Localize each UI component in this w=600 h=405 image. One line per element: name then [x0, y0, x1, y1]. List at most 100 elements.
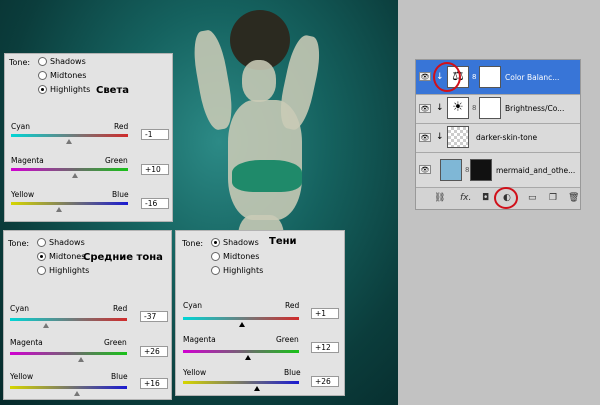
option-label: Highlights — [50, 85, 91, 94]
slider-left-label: Magenta — [11, 156, 44, 165]
radio-icon — [37, 238, 46, 247]
option-label: Midtones — [223, 252, 260, 261]
fx-icon[interactable]: fx. — [460, 193, 471, 203]
tone-highlights-radio[interactable]: Highlights — [211, 266, 263, 275]
tone-midtones-radio[interactable]: Midtones — [37, 252, 85, 261]
link-icon[interactable]: ⛓ — [434, 193, 445, 203]
yellow-blue-slider[interactable] — [183, 381, 299, 384]
slider-left-label: Yellow — [11, 190, 35, 199]
tone-shadows-radio[interactable]: Shadows — [38, 57, 86, 66]
slider-left-label: Cyan — [183, 301, 203, 310]
magenta-green-slider[interactable] — [10, 352, 127, 355]
tone-shadows-radio[interactable]: Shadows — [37, 238, 85, 247]
color-balance-midtones-panel: Tone: Shadows Midtones Highlights Средни… — [3, 230, 172, 400]
radio-icon — [37, 266, 46, 275]
layer-mask-thumbnail — [470, 159, 492, 181]
slider-right-label: Blue — [111, 372, 128, 381]
clip-arrow-icon: ↓ — [436, 132, 444, 142]
magenta-green-value-field[interactable]: +12 — [311, 342, 339, 353]
slider-thumb[interactable] — [254, 386, 260, 391]
image-thumbnail-icon — [440, 159, 462, 181]
slider-right-label: Green — [105, 156, 128, 165]
tone-label: Tone: — [182, 239, 204, 248]
brightness-contrast-icon: ☀ — [447, 97, 469, 119]
slider-thumb[interactable] — [56, 207, 62, 212]
magenta-green-slider[interactable] — [11, 168, 128, 171]
chain-icon: 8 — [472, 73, 477, 81]
layer-row-brightness-contrast[interactable]: 👁 ↓ ☀ 8 Brightness/Co... — [416, 95, 580, 124]
yellow-blue-value-field[interactable]: -16 — [141, 198, 169, 209]
option-label: Midtones — [50, 71, 87, 80]
slider-thumb[interactable] — [74, 391, 80, 396]
cyan-red-value-field[interactable]: -1 — [141, 129, 169, 140]
annotation-ring-adjustment — [494, 187, 518, 209]
eye-icon[interactable]: 👁 — [419, 133, 431, 142]
trash-icon[interactable]: 🗑 — [568, 193, 579, 203]
option-label: Highlights — [223, 266, 264, 275]
tone-label: Tone: — [9, 58, 31, 67]
slider-right-label: Red — [113, 304, 128, 313]
tone-midtones-radio[interactable]: Midtones — [211, 252, 259, 261]
layer-row-darker-skin-tone[interactable]: 👁 ↓ darker-skin-tone — [416, 124, 580, 153]
slider-right-label: Blue — [284, 368, 301, 377]
slider-right-label: Red — [285, 301, 300, 310]
slider-right-label: Red — [114, 122, 129, 131]
layer-row-mermaid[interactable]: 👁 8 mermaid_and_othe... — [416, 153, 580, 188]
slider-left-label: Cyan — [10, 304, 30, 313]
option-label: Midtones — [49, 252, 86, 261]
top-garment — [232, 160, 302, 192]
magenta-green-value-field[interactable]: +26 — [140, 346, 168, 357]
radio-icon — [211, 266, 220, 275]
slider-right-label: Green — [104, 338, 127, 347]
slider-right-label: Green — [276, 335, 299, 344]
layer-mask-thumbnail — [479, 66, 501, 88]
layer-icon — [447, 126, 469, 148]
cyan-red-slider[interactable] — [183, 317, 299, 320]
slider-left-label: Magenta — [10, 338, 43, 347]
group-icon[interactable]: ▭ — [528, 193, 537, 203]
eye-icon[interactable]: 👁 — [419, 104, 431, 113]
cyan-red-slider[interactable] — [10, 318, 127, 321]
slider-thumb[interactable] — [72, 173, 78, 178]
slider-thumb[interactable] — [66, 139, 72, 144]
tone-shadows-radio[interactable]: Shadows — [211, 238, 259, 247]
chain-icon: 8 — [472, 104, 477, 112]
mask-icon[interactable]: ◘ — [482, 193, 489, 203]
tone-midtones-radio[interactable]: Midtones — [38, 71, 86, 80]
yellow-blue-slider[interactable] — [10, 386, 127, 389]
color-balance-shadows-panel: Tone: Shadows Midtones Highlights Тени C… — [175, 230, 345, 396]
eye-icon[interactable]: 👁 — [419, 72, 431, 81]
tone-highlights-radio[interactable]: Highlights — [38, 85, 90, 94]
magenta-green-slider[interactable] — [183, 350, 299, 353]
slider-thumb[interactable] — [245, 355, 251, 360]
eye-icon[interactable]: 👁 — [419, 165, 431, 174]
radio-icon — [38, 71, 47, 80]
yellow-blue-value-field[interactable]: +16 — [140, 378, 168, 389]
yellow-blue-slider[interactable] — [11, 202, 128, 205]
clip-arrow-icon: ↓ — [436, 103, 444, 113]
radio-icon — [211, 252, 220, 261]
annotation-ring-layer — [433, 62, 461, 92]
cyan-red-value-field[interactable]: +1 — [311, 308, 339, 319]
radio-icon — [211, 238, 220, 247]
layer-name: Brightness/Co... — [505, 104, 565, 113]
tone-label: Tone: — [8, 239, 30, 248]
slider-left-label: Yellow — [10, 372, 34, 381]
option-label: Highlights — [49, 266, 90, 275]
slider-thumb[interactable] — [43, 323, 49, 328]
cyan-red-value-field[interactable]: -37 — [140, 311, 168, 322]
slider-left-label: Magenta — [183, 335, 216, 344]
cyan-red-slider[interactable] — [11, 134, 128, 137]
radio-icon — [38, 57, 47, 66]
yellow-blue-value-field[interactable]: +26 — [311, 376, 339, 387]
tone-highlights-radio[interactable]: Highlights — [37, 266, 89, 275]
color-balance-highlights-panel: Tone: Shadows Midtones Highlights Света … — [4, 53, 173, 222]
face — [242, 60, 276, 102]
radio-icon — [37, 252, 46, 261]
magenta-green-value-field[interactable]: +10 — [141, 164, 169, 175]
layer-mask-thumbnail — [479, 97, 501, 119]
annotation-label: Тени — [269, 236, 297, 247]
slider-thumb[interactable] — [239, 322, 245, 327]
new-layer-icon[interactable]: ❐ — [549, 193, 557, 203]
slider-thumb[interactable] — [78, 357, 84, 362]
